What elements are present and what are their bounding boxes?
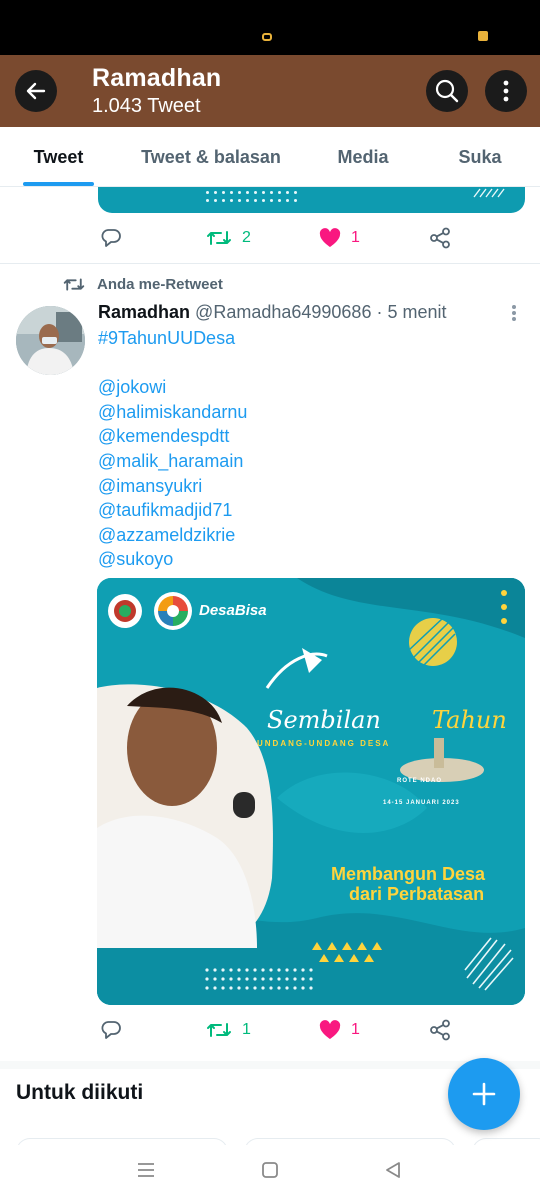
mention-link[interactable]: @halimiskandarnu bbox=[98, 400, 247, 425]
tweet-media[interactable]: DesaBisa Sembilan Tahun UNDANG-UNDANG DE… bbox=[97, 578, 525, 1005]
reply-icon bbox=[101, 229, 121, 247]
hashtag-link[interactable]: #9TahunUUDesa bbox=[98, 326, 247, 351]
avatar-photo bbox=[16, 306, 85, 375]
retweet-icon bbox=[207, 231, 231, 245]
mention-link[interactable]: @sukoyo bbox=[98, 547, 247, 572]
share-button[interactable] bbox=[429, 1010, 451, 1050]
retweet-context-label: Anda me-Retweet bbox=[97, 276, 223, 293]
search-icon bbox=[435, 79, 459, 103]
tweet-text: #9TahunUUDesa @jokowi @halimiskandarnu @… bbox=[98, 326, 247, 572]
mention-link[interactable]: @azzameldzikrie bbox=[98, 523, 247, 548]
like-button[interactable]: 1 bbox=[319, 218, 360, 258]
retweet-button[interactable]: 1 bbox=[206, 1010, 251, 1050]
like-count: 1 bbox=[351, 229, 360, 246]
reply-icon bbox=[101, 1021, 121, 1039]
poster-headline-b: Tahun bbox=[432, 706, 507, 734]
tweet-divider bbox=[0, 263, 540, 264]
status-indicator-icon bbox=[262, 33, 272, 41]
heart-icon bbox=[319, 228, 341, 247]
previous-tweet-actions: 2 1 bbox=[0, 218, 540, 258]
poster-subheading: UNDANG-UNDANG DESA bbox=[257, 739, 391, 748]
more-vertical-icon bbox=[503, 80, 509, 102]
compose-tweet-button[interactable] bbox=[448, 1058, 520, 1130]
reply-button[interactable] bbox=[100, 218, 122, 258]
poster-location: ROTE NDAO bbox=[397, 778, 442, 784]
poster-dates: 14-15 JANUARI 2023 bbox=[383, 800, 460, 806]
poster-quote-line1: Membangun Desa bbox=[331, 864, 486, 884]
dot bbox=[512, 317, 516, 321]
tab-media[interactable]: Media bbox=[326, 127, 400, 187]
system-navigation-bar bbox=[0, 1145, 540, 1200]
retweet-context: Anda me-Retweet bbox=[63, 276, 223, 293]
share-button[interactable] bbox=[429, 218, 451, 258]
retweet-button[interactable]: 2 bbox=[206, 218, 251, 258]
plus-icon bbox=[472, 1082, 496, 1106]
media-dot-pattern bbox=[206, 191, 297, 202]
retweet-count: 2 bbox=[242, 229, 251, 246]
like-button[interactable]: 1 bbox=[319, 1010, 360, 1050]
more-button[interactable] bbox=[485, 70, 527, 112]
mention-link[interactable]: @kemendespdtt bbox=[98, 424, 247, 449]
mention-link[interactable]: @taufikmadjid71 bbox=[98, 498, 247, 523]
retweet-count: 1 bbox=[242, 1021, 251, 1038]
share-icon bbox=[430, 227, 450, 249]
active-tab-indicator bbox=[23, 182, 94, 186]
tab-tweet-replies[interactable]: Tweet & balasan bbox=[133, 127, 289, 187]
battery-icon bbox=[478, 31, 488, 41]
status-bar bbox=[0, 0, 540, 55]
retweet-icon bbox=[63, 278, 85, 291]
follow-section-title: Untuk diikuti bbox=[16, 1081, 144, 1104]
author-meta: @Ramadha64990686 · 5 menit bbox=[195, 302, 447, 322]
tweet-header: Ramadhan @Ramadha64990686 · 5 menit bbox=[98, 302, 446, 323]
back-button[interactable] bbox=[15, 70, 57, 112]
tweet-count: 1.043 Tweet bbox=[92, 95, 201, 117]
poster-brand: DesaBisa bbox=[199, 602, 267, 619]
tweet-more-button[interactable] bbox=[512, 305, 516, 321]
tweet-actions: 1 1 bbox=[0, 1010, 540, 1050]
search-button[interactable] bbox=[426, 70, 468, 112]
dot bbox=[512, 305, 516, 309]
previous-tweet-media[interactable] bbox=[98, 187, 525, 213]
poster-headline-a: Sembilan bbox=[267, 706, 381, 734]
share-icon bbox=[430, 1019, 450, 1041]
mention-link[interactable]: @malik_haramain bbox=[98, 449, 247, 474]
retweet-icon bbox=[207, 1023, 231, 1037]
poster-quote-line2: dari Perbatasan bbox=[349, 884, 485, 904]
poster-graphic bbox=[97, 578, 525, 1005]
dot bbox=[512, 311, 516, 315]
profile-header: Ramadhan 1.043 Tweet bbox=[0, 55, 540, 127]
like-count: 1 bbox=[351, 1021, 360, 1038]
tab-likes[interactable]: Suka bbox=[449, 127, 511, 187]
avatar[interactable] bbox=[16, 306, 85, 375]
tab-tweet[interactable]: Tweet bbox=[23, 127, 94, 187]
header-title: Ramadhan bbox=[92, 64, 222, 92]
mention-link[interactable]: @jokowi bbox=[98, 375, 247, 400]
mention-link[interactable]: @imansyukri bbox=[98, 474, 247, 499]
home-square-icon[interactable] bbox=[261, 1161, 279, 1179]
heart-icon bbox=[319, 1020, 341, 1039]
reply-button[interactable] bbox=[100, 1010, 122, 1050]
media-stripes bbox=[473, 188, 505, 198]
menu-icon[interactable] bbox=[136, 1161, 156, 1179]
back-triangle-icon[interactable] bbox=[384, 1161, 402, 1179]
back-arrow-icon bbox=[26, 82, 46, 100]
author-name[interactable]: Ramadhan bbox=[98, 302, 190, 322]
profile-tabs: Tweet Tweet & balasan Media Suka bbox=[0, 127, 540, 187]
